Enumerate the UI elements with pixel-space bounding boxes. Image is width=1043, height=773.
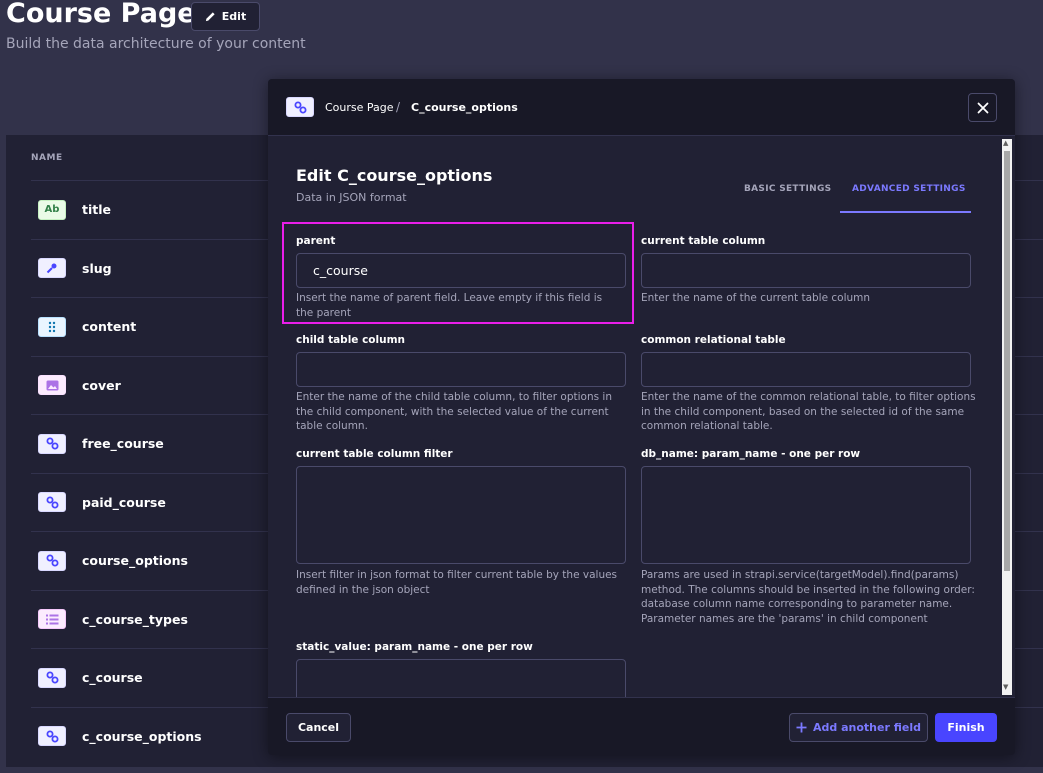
parent-input[interactable]: c_course <box>296 253 626 288</box>
modal-footer: Cancel Add another field Finish <box>268 697 1015 755</box>
db-name-label: db_name: param_name - one per row <box>641 448 861 460</box>
child-table-column-input[interactable] <box>296 352 626 387</box>
text-icon: Ab <box>38 199 66 220</box>
breadcrumb-item: Course Page <box>325 101 394 114</box>
relation-icon <box>38 433 66 454</box>
scroll-up-icon[interactable]: ▲ <box>1003 139 1008 147</box>
key-icon <box>38 258 66 279</box>
plus-icon <box>796 722 807 733</box>
current-table-column-input[interactable] <box>641 253 971 288</box>
relation-icon <box>38 726 66 747</box>
modal-title: Edit C_course_options <box>296 166 493 185</box>
close-icon <box>977 102 988 113</box>
edit-button[interactable]: Edit <box>191 2 260 31</box>
finish-button[interactable]: Finish <box>935 713 997 742</box>
field-name: c_course_options <box>82 728 202 744</box>
scrollbar-thumb[interactable] <box>1004 151 1010 571</box>
field-name: course_options <box>82 553 188 569</box>
parent-hint: Insert the name of parent field. Leave e… <box>296 292 603 319</box>
add-another-field-label: Add another field <box>813 721 921 734</box>
active-tab-indicator <box>840 211 971 213</box>
current-table-column-filter-label: current table column filter <box>296 448 453 460</box>
common-relational-table-input[interactable] <box>641 352 971 387</box>
edit-button-label: Edit <box>221 10 247 23</box>
current-table-column-filter-hint: Insert filter in json format to filter c… <box>296 569 618 596</box>
add-another-field-button[interactable]: Add another field <box>789 713 928 742</box>
current-table-column-hint: Enter the name of the current table colu… <box>641 292 871 304</box>
field-name: free_course <box>82 436 164 452</box>
page-header: Course Page Edit Build the data architec… <box>0 0 1043 60</box>
tab-basic-settings[interactable]: BASIC SETTINGS <box>744 184 831 194</box>
dynamic-zone-icon <box>38 316 66 337</box>
relation-icon <box>38 667 66 688</box>
db-name-textarea[interactable] <box>641 466 971 564</box>
page-title: Course Page <box>6 0 196 29</box>
enumeration-icon <box>38 609 66 630</box>
page-subtitle: Build the data architecture of your cont… <box>6 36 306 52</box>
modal-body: Edit C_course_options Data in JSON forma… <box>268 136 1015 697</box>
child-table-column-label: child table column <box>296 334 405 346</box>
field-name: title <box>82 202 111 218</box>
parent-label: parent <box>296 235 336 247</box>
tab-advanced-settings[interactable]: ADVANCED SETTINGS <box>852 184 966 194</box>
field-name: c_course <box>82 670 143 686</box>
current-table-column-filter-textarea[interactable] <box>296 466 626 564</box>
breadcrumb-current: C_course_options <box>411 101 518 114</box>
edit-field-modal: Course Page / C_course_options Edit C_co… <box>268 79 1015 755</box>
close-button[interactable] <box>968 93 997 122</box>
cancel-button[interactable]: Cancel <box>286 713 351 742</box>
current-table-column-label: current table column <box>641 235 766 247</box>
field-name: content <box>82 319 137 335</box>
field-name: cover <box>82 377 121 393</box>
scroll-down-icon[interactable]: ▼ <box>1003 683 1008 691</box>
common-relational-table-label: common relational table <box>641 334 786 346</box>
relation-icon <box>38 550 66 571</box>
column-header-name: NAME <box>31 153 63 163</box>
pencil-icon <box>205 12 215 22</box>
relation-icon <box>38 492 66 513</box>
media-icon <box>38 375 66 396</box>
db-name-hint: Params are used in strapi.service(target… <box>641 569 975 625</box>
child-table-column-hint: Enter the name of the child table column… <box>296 391 612 432</box>
common-relational-table-hint: Enter the name of the common relational … <box>641 391 976 432</box>
relation-icon <box>286 97 314 117</box>
static-value-textarea[interactable] <box>296 659 626 697</box>
breadcrumb-separator: / <box>396 100 401 114</box>
field-name: paid_course <box>82 494 166 510</box>
field-name: c_course_types <box>82 611 188 627</box>
modal-subtitle: Data in JSON format <box>296 191 407 204</box>
field-name: slug <box>82 260 112 276</box>
static-value-label: static_value: param_name - one per row <box>296 641 533 653</box>
modal-header: Course Page / C_course_options <box>268 79 1015 136</box>
